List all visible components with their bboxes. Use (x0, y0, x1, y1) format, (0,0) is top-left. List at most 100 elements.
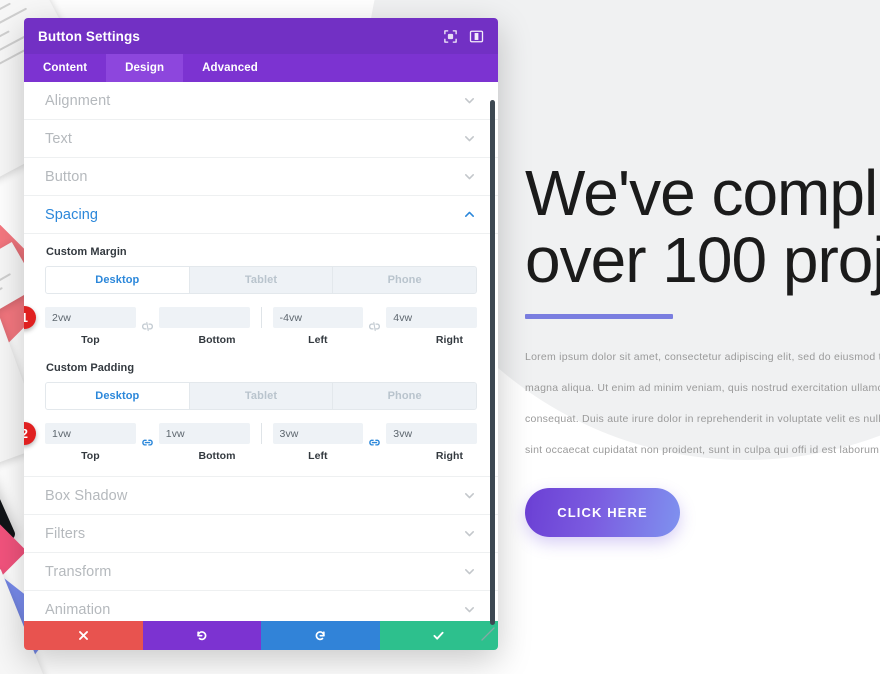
padding-device-phone[interactable]: Phone (333, 383, 476, 409)
margin-bottom-input[interactable] (158, 307, 250, 328)
padding-divider (260, 423, 262, 444)
padding-inputs: 2 Top Bottom (24, 422, 477, 462)
chevron-down-icon (464, 136, 475, 142)
padding-top-wrap: Top (45, 423, 136, 462)
layout-panel-icon[interactable] (469, 29, 484, 44)
margin-top-wrap: Top (45, 307, 136, 346)
margin-right-input[interactable] (386, 307, 477, 328)
link-unlinked-icon[interactable] (139, 319, 156, 334)
padding-bottom-label: Bottom (198, 450, 236, 462)
chevron-down-icon (464, 607, 475, 613)
section-text[interactable]: Text (24, 120, 498, 158)
chevron-down-icon (464, 569, 475, 575)
margin-top-bottom-pair: Top Bottom (45, 307, 250, 346)
padding-device-tablet[interactable]: Tablet (189, 383, 334, 409)
section-box-shadow-label: Box Shadow (45, 487, 128, 504)
margin-bottom-label: Bottom (198, 334, 236, 346)
button-settings-modal: Button Settings Content Design Advanced … (24, 18, 498, 650)
close-x-icon (78, 631, 88, 640)
margin-left-input[interactable] (272, 307, 364, 328)
tab-design[interactable]: Design (106, 54, 184, 82)
page-body-text: Lorem ipsum dolor sit amet, consectetur … (525, 351, 880, 456)
step-badge-2: 2 (24, 422, 36, 445)
margin-right-wrap: Right (386, 307, 477, 346)
modal-title: Button Settings (38, 28, 140, 44)
tab-advanced[interactable]: Advanced (183, 54, 277, 82)
section-spacing-label: Spacing (45, 206, 99, 223)
undo-button[interactable] (142, 621, 261, 650)
margin-device-tabs: Desktop Tablet Phone (45, 266, 477, 294)
custom-padding-label: Custom Padding (46, 362, 135, 374)
padding-right-label: Right (435, 450, 463, 462)
padding-left-right-pair: Left Right (272, 423, 477, 462)
section-spacing[interactable]: Spacing (24, 196, 498, 234)
page-headline: We've compl over 100 proj (525, 160, 880, 293)
padding-device-desktop[interactable]: Desktop (46, 383, 190, 409)
chevron-down-icon (464, 531, 475, 537)
resize-grip-icon[interactable] (480, 626, 496, 642)
section-animation-label: Animation (45, 601, 111, 618)
padding-top-input[interactable] (45, 423, 136, 444)
margin-device-desktop[interactable]: Desktop (46, 267, 190, 293)
focus-icon[interactable] (443, 29, 458, 44)
margin-top-input[interactable] (45, 307, 136, 328)
margin-divider (260, 307, 262, 328)
section-button[interactable]: Button (24, 158, 498, 196)
padding-right-wrap: Right (386, 423, 477, 462)
step-badge-1: 1 (24, 306, 36, 329)
modal-tabs: Content Design Advanced (24, 54, 498, 82)
margin-left-right-pair: Left Right (272, 307, 477, 346)
section-filters-label: Filters (45, 525, 86, 542)
checkmark-icon (433, 631, 444, 640)
modal-footer (24, 621, 498, 650)
section-box-shadow[interactable]: Box Shadow (24, 477, 498, 515)
margin-left-label: Left (308, 334, 328, 346)
margin-bottom-wrap: Bottom (158, 307, 250, 346)
cancel-button[interactable] (24, 621, 143, 650)
click-here-button[interactable]: CLICK HERE (525, 488, 680, 537)
padding-bottom-wrap: Bottom (158, 423, 250, 462)
modal-header: Button Settings (24, 18, 498, 54)
chevron-up-icon (464, 211, 475, 217)
padding-left-label: Left (308, 450, 328, 462)
section-text-label: Text (45, 130, 72, 147)
padding-left-input[interactable] (272, 423, 364, 444)
modal-body: Alignment Text Button Spacing Custom Mar… (24, 82, 498, 621)
custom-margin-label: Custom Margin (46, 246, 127, 258)
padding-bottom-input[interactable] (158, 423, 250, 444)
redo-arrow-icon (315, 631, 325, 641)
section-alignment[interactable]: Alignment (24, 82, 498, 120)
section-button-label: Button (45, 168, 88, 185)
margin-right-label: Right (435, 334, 463, 346)
chevron-down-icon (464, 98, 475, 104)
margin-top-label: Top (81, 334, 100, 346)
modal-header-actions (443, 29, 484, 44)
padding-device-tabs: Desktop Tablet Phone (45, 382, 477, 410)
link-unlinked-icon[interactable] (366, 319, 383, 334)
headline-line-2: over 100 proj (525, 223, 880, 296)
padding-top-bottom-pair: Top Bottom (45, 423, 250, 462)
modal-scrollbar-thumb[interactable] (490, 100, 495, 625)
link-linked-icon[interactable] (139, 435, 156, 450)
undo-arrow-icon (197, 631, 207, 641)
chevron-down-icon (464, 174, 475, 180)
padding-left-wrap: Left (272, 423, 364, 462)
section-transform[interactable]: Transform (24, 553, 498, 591)
margin-device-phone[interactable]: Phone (333, 267, 476, 293)
padding-right-input[interactable] (386, 423, 477, 444)
chevron-down-icon (464, 493, 475, 499)
redo-button[interactable] (261, 621, 380, 650)
margin-inputs: 1 Top Bottom (24, 306, 477, 346)
link-linked-icon[interactable] (366, 435, 383, 450)
margin-device-tablet[interactable]: Tablet (189, 267, 334, 293)
section-animation[interactable]: Animation (24, 591, 498, 621)
headline-line-1: We've compl (525, 157, 878, 229)
section-filters[interactable]: Filters (24, 515, 498, 553)
headline-accent-bar (525, 314, 673, 319)
section-transform-label: Transform (45, 563, 112, 580)
spacing-panel: Custom Margin Desktop Tablet Phone 1 Top (24, 234, 498, 477)
tab-content[interactable]: Content (24, 54, 106, 82)
padding-top-label: Top (81, 450, 100, 462)
section-alignment-label: Alignment (45, 92, 111, 109)
margin-left-wrap: Left (272, 307, 364, 346)
